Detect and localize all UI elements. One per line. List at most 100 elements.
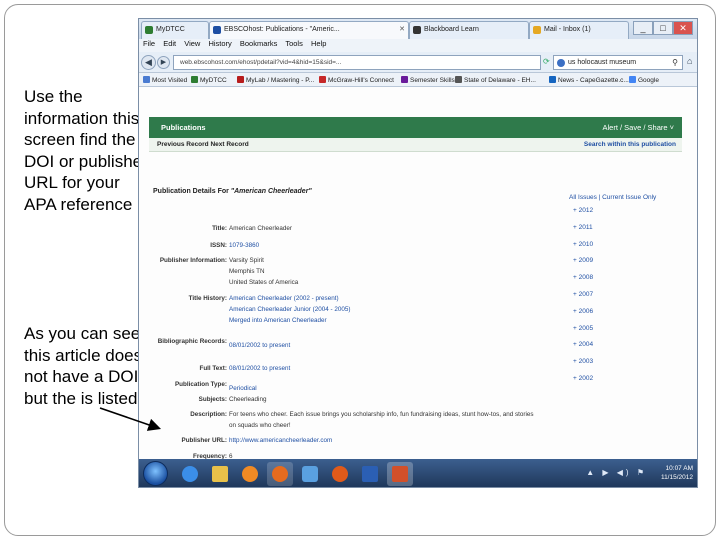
search-icon[interactable]: ⚲ [672,58,678,67]
menu-edit[interactable]: Edit [163,39,176,48]
field-label: Description: [190,411,227,418]
menu-file[interactable]: File [143,39,155,48]
clock[interactable]: 10:07 AM 11/15/2012 [661,464,693,482]
bookmark-item[interactable]: McGraw-Hill's Connect [319,76,394,84]
year-link[interactable]: + 2011 [569,224,693,241]
field-value-row: American Cheerleader [229,225,292,234]
start-button-icon[interactable] [143,461,168,486]
field-value-link[interactable]: American Cheerleader (2002 - present) [229,295,339,302]
back-arrow-icon[interactable]: ◀ [141,55,156,70]
bookmark-item[interactable]: Most Visited [143,76,187,84]
maximize-button[interactable]: □ [653,21,673,35]
windows-taskbar: ▲ ▶ ◀) ⚑ 10:07 AM 11/15/2012 [139,459,697,487]
field-value-row: Merged into American Cheerleader [229,317,327,326]
firefox-taskbar-icon-2[interactable] [327,462,353,486]
year-link[interactable]: + 2004 [569,341,693,358]
field-value-row: American Cheerleader Junior (2004 - 2005… [229,306,350,315]
close-button[interactable]: ✕ [673,21,693,35]
caption-top: Use the information this screen find the… [24,87,148,214]
field-value-link[interactable]: 1079-3860 [229,242,259,249]
media-taskbar-icon[interactable] [237,462,263,486]
year-link[interactable]: + 2005 [569,325,693,342]
tab-label: Mail - Inbox (1) [544,26,591,33]
ie-taskbar-icon[interactable] [177,462,203,486]
field-value-row: Varsity Spirit [229,257,264,266]
field-value: Cheerleading [229,396,267,403]
minimize-button[interactable]: _ [633,21,653,35]
year-link[interactable]: + 2012 [569,207,693,224]
field-value: American Cheerleader [229,225,292,232]
menu-view[interactable]: View [184,39,200,48]
refresh-icon[interactable]: ⟳ [543,57,550,66]
prev-next-record-link[interactable]: Previous Record Next Record [157,141,249,148]
field-label: Publisher Information: [159,257,227,264]
year-link[interactable]: + 2009 [569,257,693,274]
menu-help[interactable]: Help [311,39,326,48]
powerpoint-taskbar-icon[interactable] [387,462,413,486]
folder-taskbar-icon[interactable] [207,462,233,486]
bookmark-item[interactable]: Semester Skills [401,76,455,84]
tab-label: EBSCOhost: Publications - "Americ... [224,26,340,33]
publications-header: Publications Alert / Save / Share ˅ [149,117,682,138]
field-label: Publisher URL: [181,437,227,444]
year-link[interactable]: + 2007 [569,291,693,308]
page-content: Publications Alert / Save / Share ˅ Prev… [139,87,697,460]
firefox-taskbar-icon[interactable] [267,462,293,486]
field-label: ISSN: [210,242,227,249]
bookmark-item[interactable]: Google [629,76,659,84]
field-value-row: For teens who cheer. Each issue brings y… [229,411,534,420]
tab-mail[interactable]: Mail - Inbox (1) [529,21,629,39]
field-value-row: on squads who cheer! [229,422,291,431]
tab-close-icon[interactable]: ✕ [399,25,405,33]
year-link[interactable]: + 2010 [569,241,693,258]
tab-blackboard[interactable]: Blackboard Learn [409,21,529,39]
browser-screenshot: MyDTCC EBSCOhost: Publications - "Americ… [138,18,698,488]
menu-tools[interactable]: Tools [285,39,303,48]
tab-ebscohost[interactable]: EBSCOhost: Publications - "Americ... ✕ [209,21,409,39]
year-link[interactable]: + 2003 [569,358,693,375]
year-link[interactable]: + 2006 [569,308,693,325]
tab-mydtcc[interactable]: MyDTCC [141,21,209,39]
field-value-row: 1079-3860 [229,242,259,251]
bookmark-item[interactable]: News - CapeGazette.c... [549,76,629,84]
field-value-link[interactable]: 08/01/2002 to present [229,365,290,372]
field-value-link[interactable]: Merged into American Cheerleader [229,317,327,324]
field-value-link[interactable]: American Cheerleader Junior (2004 - 2005… [229,306,350,313]
system-tray-icons[interactable]: ▲ ▶ ◀) ⚑ [586,468,647,477]
url-input[interactable]: web.ebscohost.com/ehost/pdetail?vid=4&hi… [173,55,541,70]
record-nav-bar: Previous Record Next Record Search withi… [149,138,682,152]
menu-history[interactable]: History [208,39,231,48]
field-value-link[interactable]: 08/01/2002 to present [229,342,290,349]
field-value-row: Periodical [229,385,257,394]
search-value: us holocaust museum [568,59,637,66]
bookmark-icon [319,76,326,83]
field-value-row: Memphis TN [229,268,265,277]
field-value-link[interactable]: http://www.americancheerleader.com [229,437,332,444]
tab-label: Blackboard Learn [424,26,479,33]
word-taskbar-icon[interactable] [357,462,383,486]
year-link[interactable]: + 2002 [569,375,693,392]
clock-time: 10:07 AM [665,465,693,472]
menu-bookmarks[interactable]: Bookmarks [240,39,278,48]
alert-save-share-link[interactable]: Alert / Save / Share ˅ [603,123,675,132]
detail-name: "American Cheerleader" [230,188,312,195]
issues-toggle[interactable]: All Issues | Current Issue Only [569,194,693,201]
app-taskbar-icon[interactable] [297,462,323,486]
ebsco-icon [213,26,221,34]
publication-details-title: Publication Details For "American Cheerl… [153,188,312,195]
field-label: Title History: [188,295,227,302]
home-icon[interactable]: ⌂ [687,56,692,66]
blackboard-icon [413,26,421,34]
search-within-link[interactable]: Search within this publication [584,141,676,148]
bookmark-item[interactable]: State of Delaware - EH... [455,76,536,84]
field-value-row: Cheerleading [229,396,266,405]
year-link[interactable]: + 2008 [569,274,693,291]
bookmark-item[interactable]: MyDTCC [191,76,227,84]
bookmark-icon [237,76,244,83]
search-input[interactable]: us holocaust museum ⚲ [553,55,683,70]
field-value-row: http://www.americancheerleader.com [229,437,332,446]
forward-arrow-icon[interactable]: ▶ [157,56,170,69]
mydtcc-icon [145,26,153,34]
bookmark-item[interactable]: MyLab / Mastering - P... [237,76,314,84]
field-value-link[interactable]: Periodical [229,385,257,392]
